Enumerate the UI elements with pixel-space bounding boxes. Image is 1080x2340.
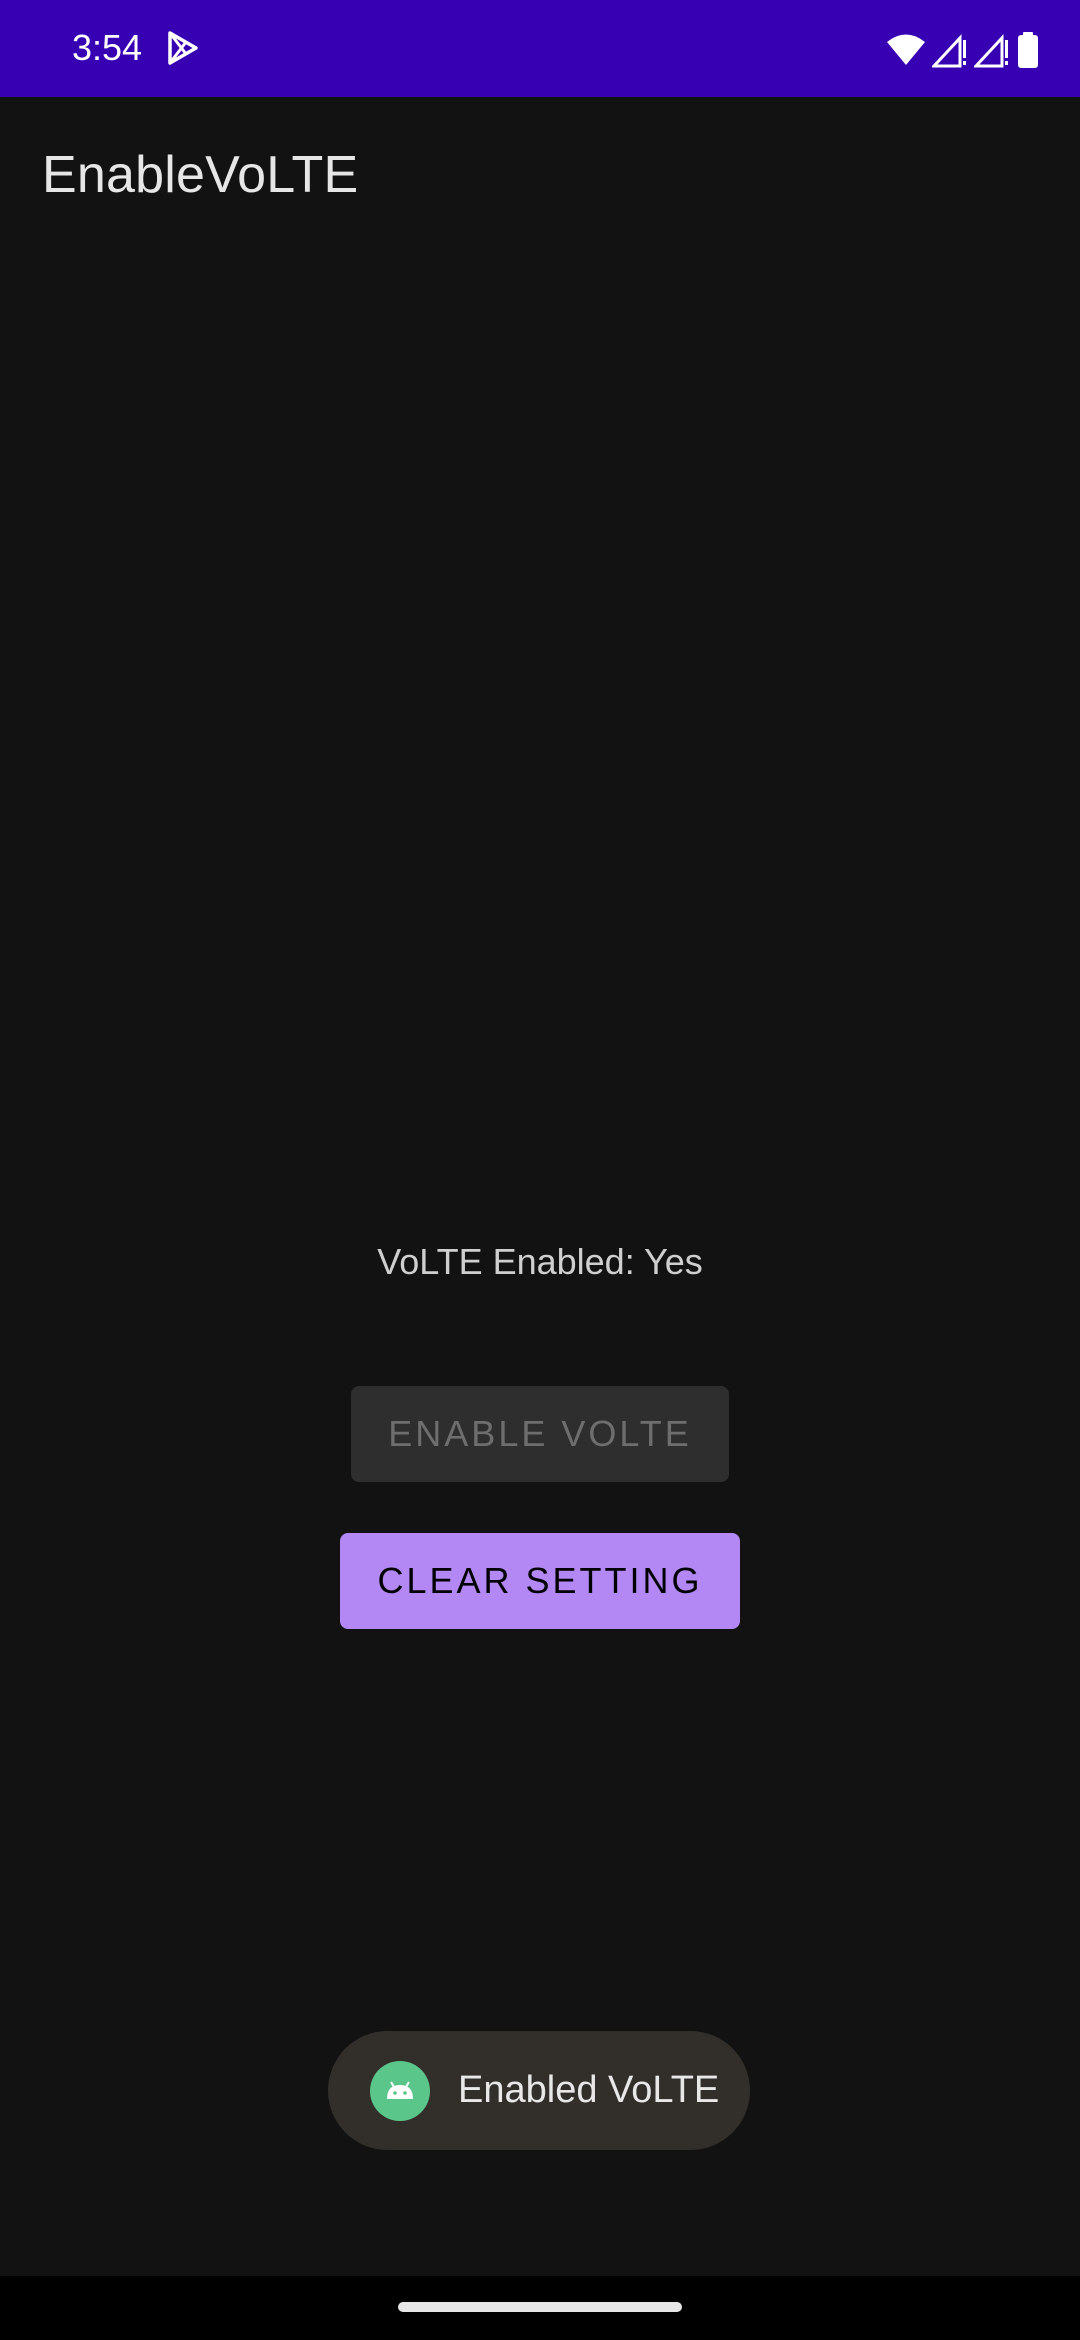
home-gesture-handle[interactable]: [398, 2302, 682, 2312]
status-bar: 3:54: [0, 0, 1080, 97]
signal-icon: [932, 32, 968, 68]
screen: 3:54 EnableVoLTE VoLTE Enabled: Yes ENAB…: [0, 0, 1080, 2340]
enable-volte-button[interactable]: Enable VoLTE: [351, 1386, 729, 1482]
wifi-icon: [886, 33, 926, 67]
signal-icon: [974, 32, 1010, 68]
status-icons: [886, 30, 1040, 70]
android-icon: [370, 2060, 430, 2121]
clear-setting-button[interactable]: Clear Setting: [340, 1533, 740, 1629]
app-title: EnableVoLTE: [42, 146, 359, 204]
toast: Enabled VoLTE: [328, 2031, 750, 2150]
play-store-icon: [164, 29, 202, 67]
status-time: 3:54: [72, 27, 143, 68]
battery-icon: [1016, 31, 1040, 69]
volte-status-text: VoLTE Enabled: Yes: [377, 1241, 703, 1282]
toast-message: Enabled VoLTE: [458, 2069, 720, 2111]
